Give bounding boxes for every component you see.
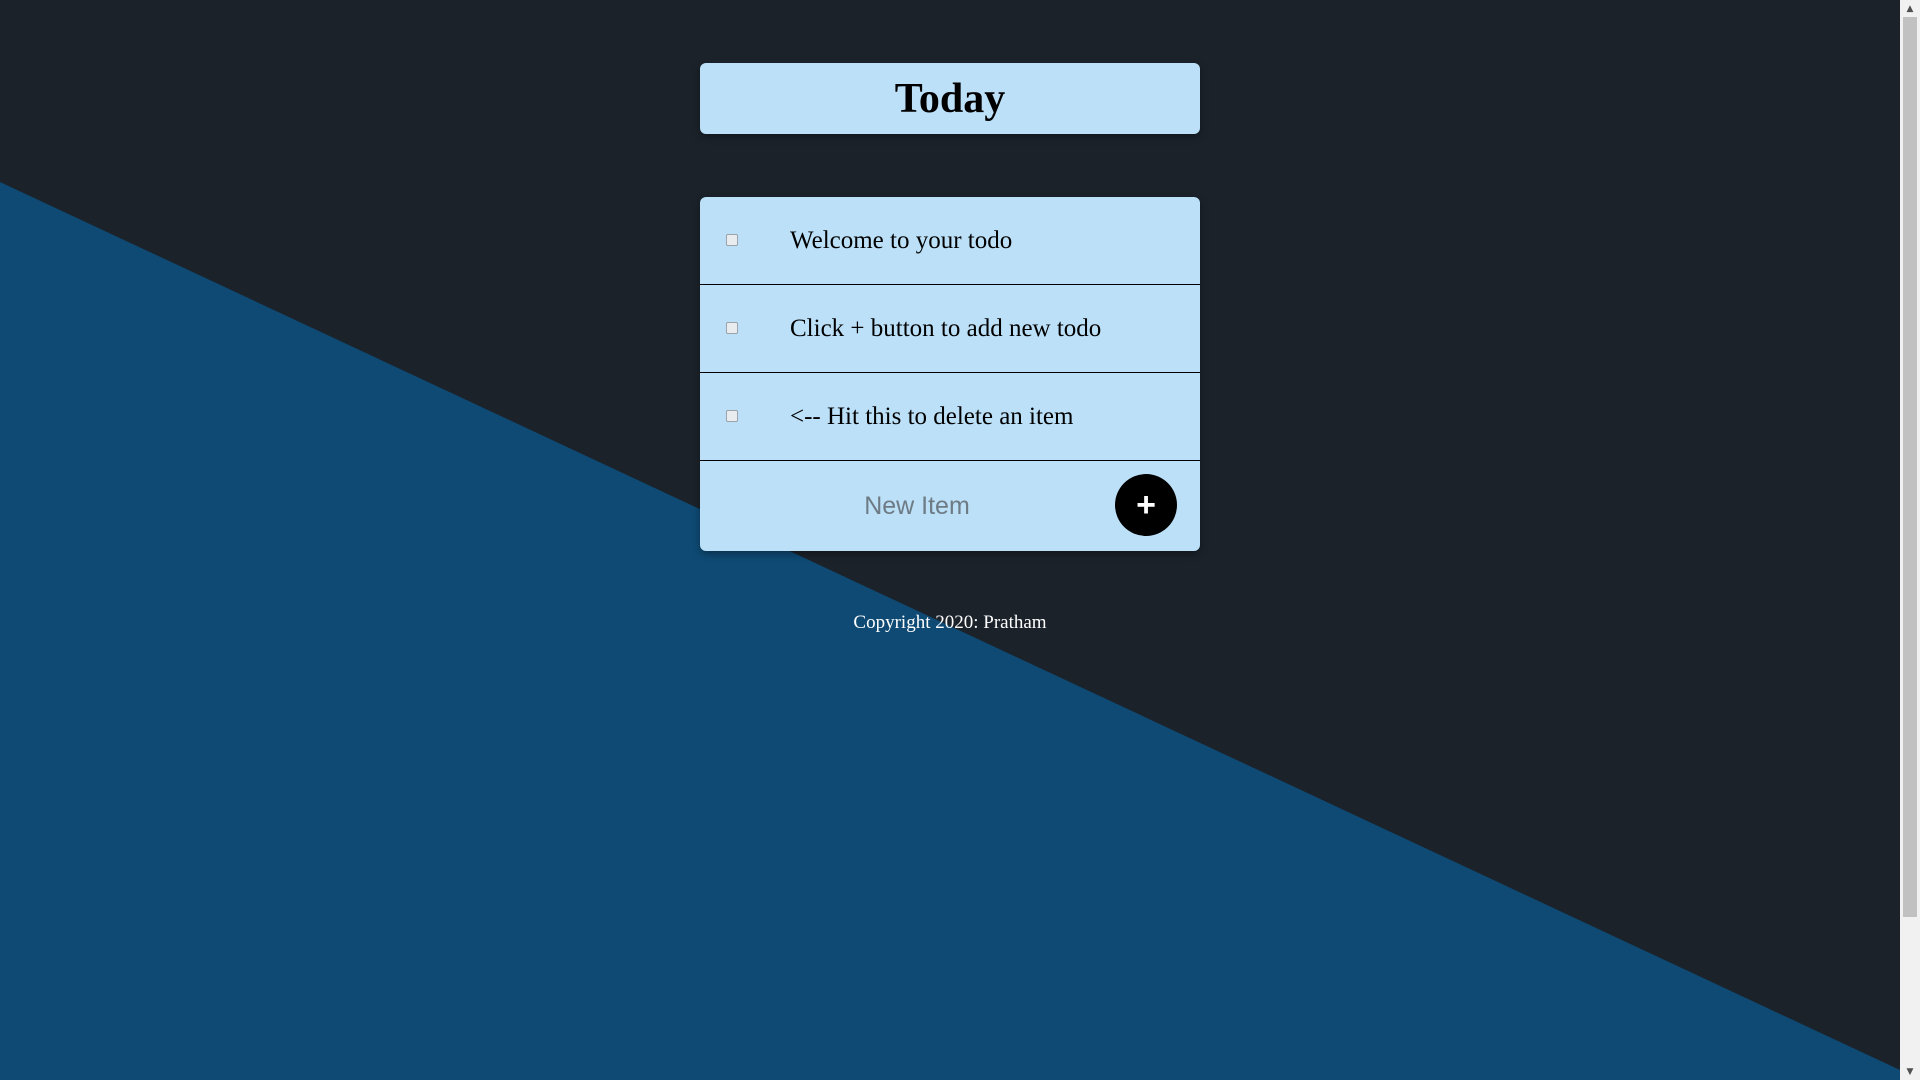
new-item-input[interactable] (790, 481, 1044, 531)
todo-list: Welcome to your todo Click + button to a… (700, 197, 1200, 551)
todo-item-label: Click + button to add new todo (790, 314, 1102, 342)
add-item-button[interactable]: + (1115, 474, 1177, 536)
todo-item-label: Welcome to your todo (790, 226, 1013, 254)
todo-checkbox[interactable] (726, 410, 738, 422)
page: Today Welcome to your todo Click + butto… (0, 0, 1920, 1080)
todo-item-label: <-- Hit this to delete an item (790, 402, 1074, 430)
new-item-form: + (700, 461, 1200, 549)
chevron-down-icon[interactable]: ▼ (1900, 1063, 1920, 1080)
todo-checkbox[interactable] (726, 322, 738, 334)
todo-item: Click + button to add new todo (700, 285, 1200, 373)
chevron-up-icon[interactable]: ▲ (1900, 0, 1920, 17)
todo-checkbox[interactable] (726, 234, 738, 246)
vertical-scrollbar[interactable]: ▲ ▼ (1900, 0, 1920, 1080)
footer-copyright: Copyright 2020: Pratham (853, 612, 1047, 633)
header-box: Today (700, 63, 1200, 134)
scrollbar-thumb[interactable] (1903, 17, 1917, 917)
main-content: Today Welcome to your todo Click + butto… (0, 0, 1900, 1080)
page-title: Today (894, 75, 1006, 122)
todo-item: <-- Hit this to delete an item (700, 373, 1200, 461)
todo-item: Welcome to your todo (700, 197, 1200, 285)
